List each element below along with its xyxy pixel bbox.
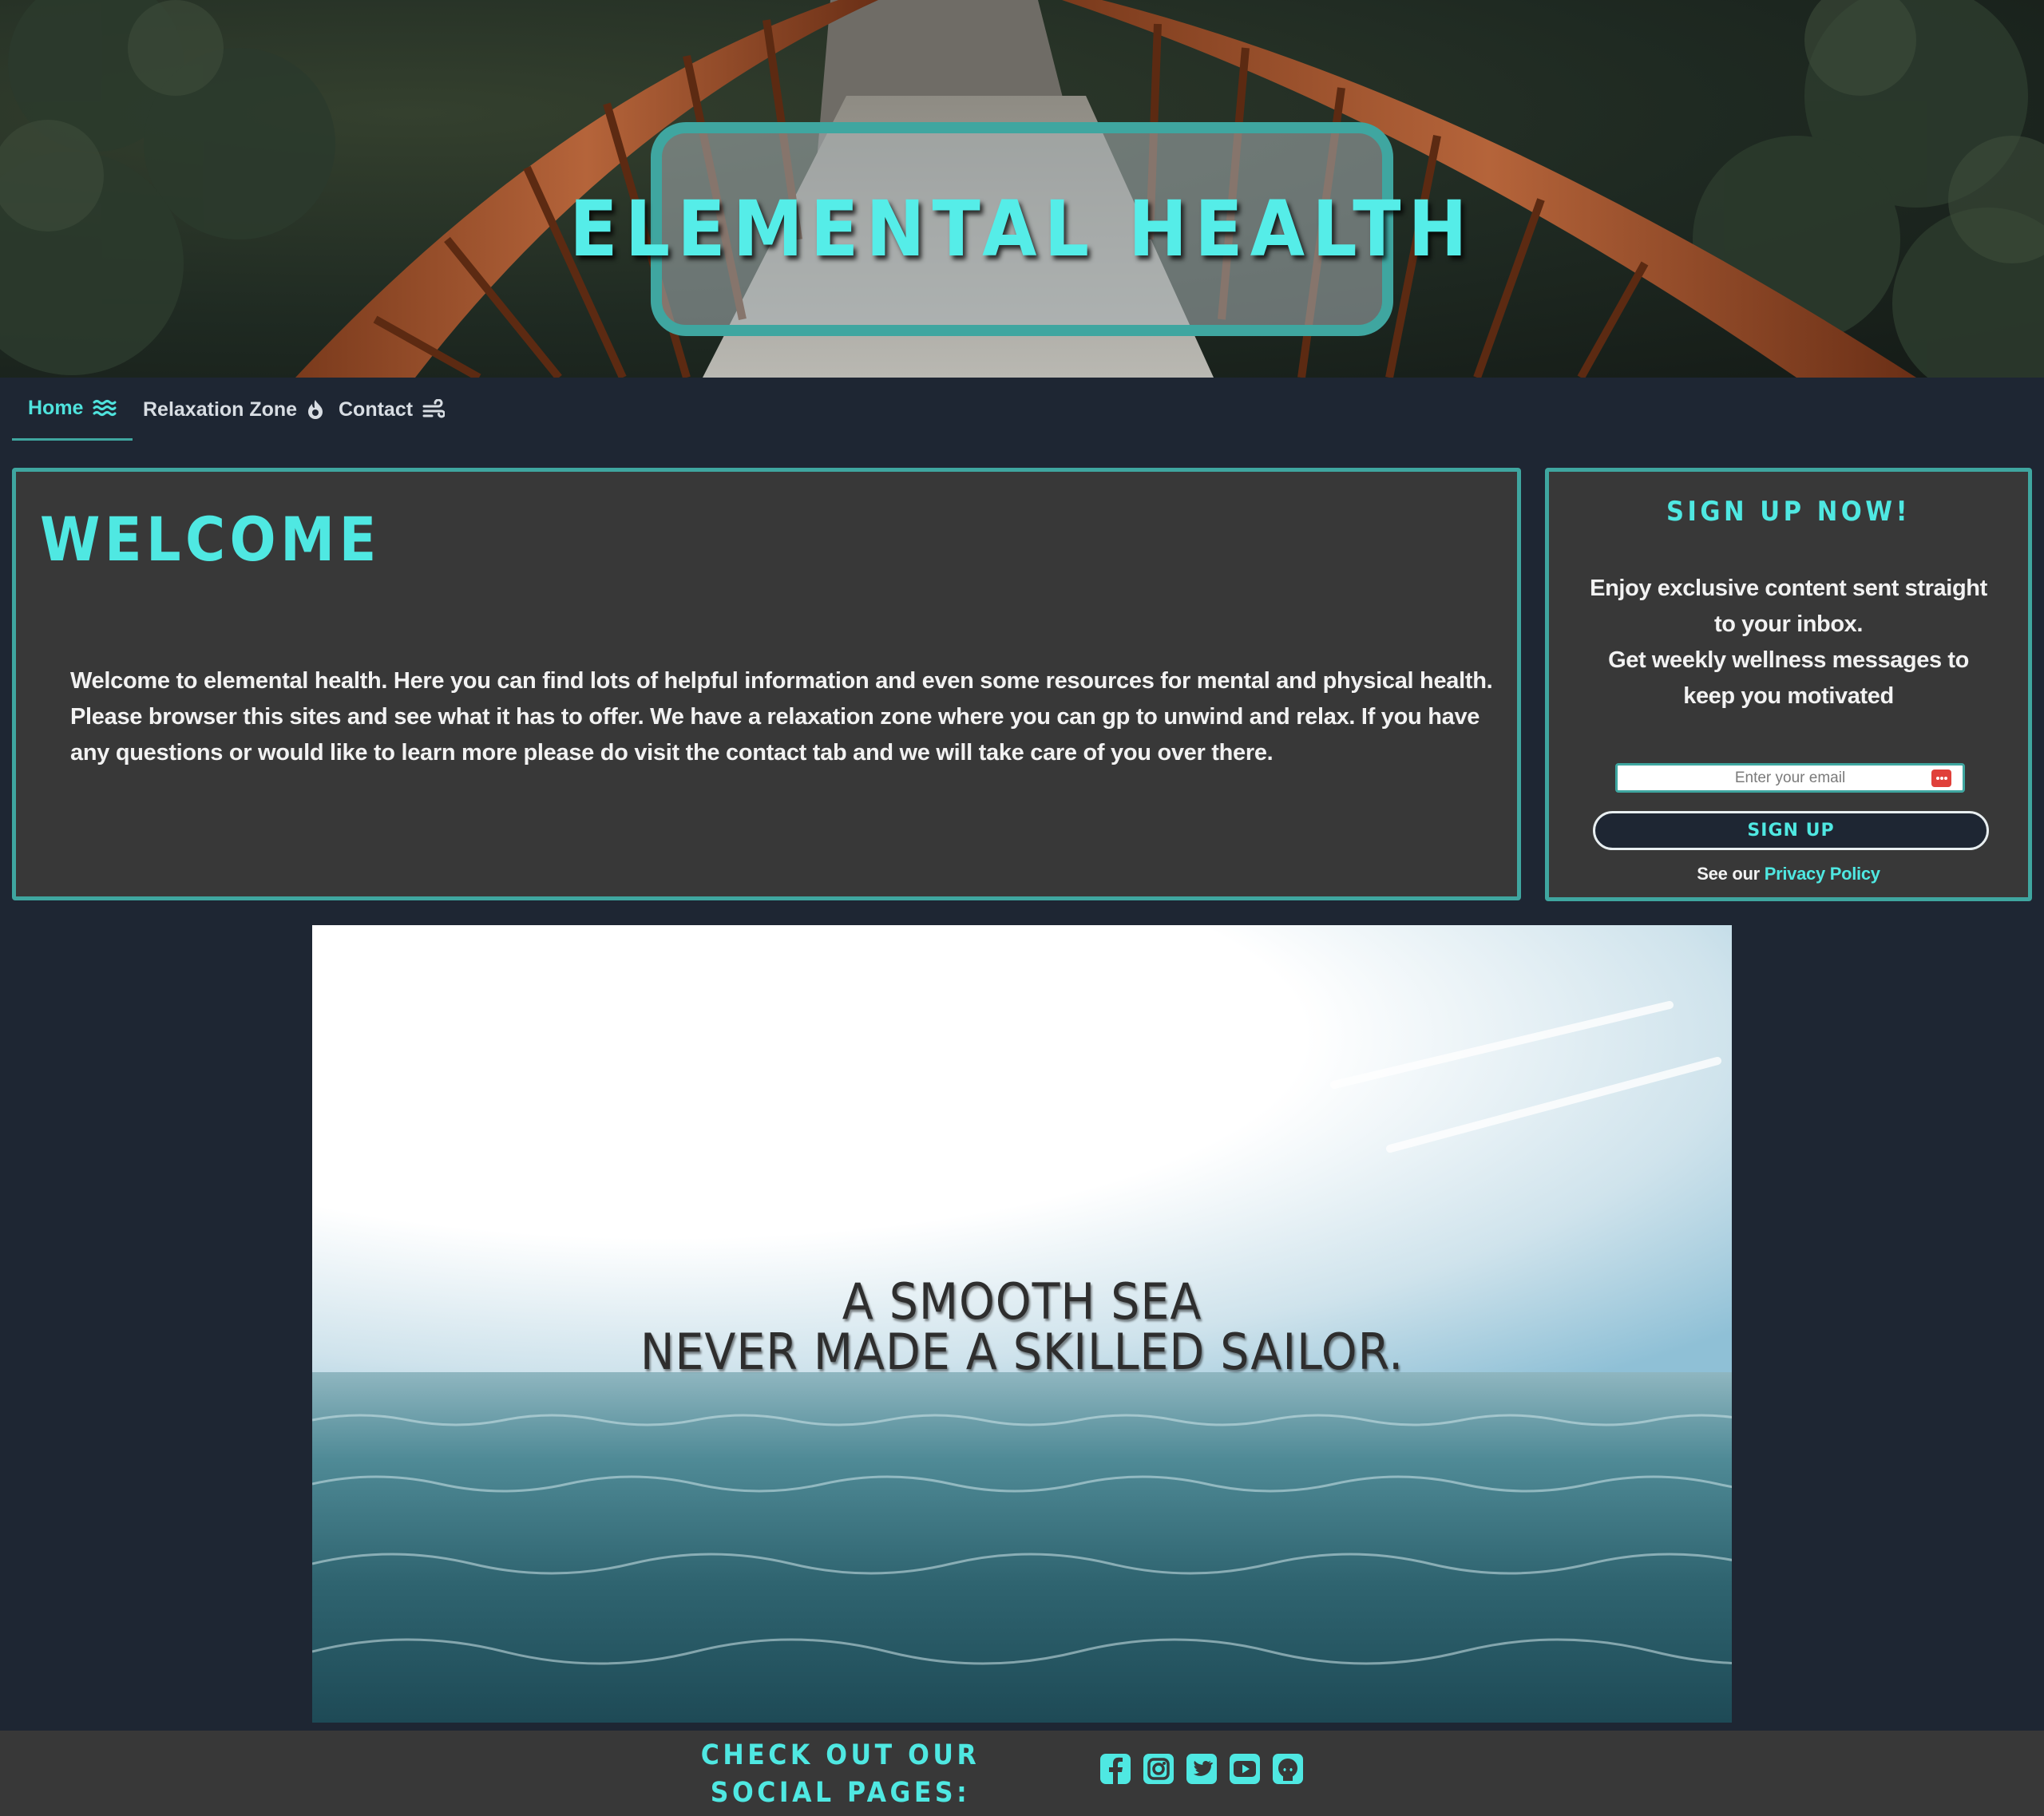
welcome-text: Welcome to elemental health. Here you ca… bbox=[70, 668, 1493, 766]
welcome-title: WELCOME bbox=[40, 504, 381, 575]
facebook-icon[interactable] bbox=[1099, 1752, 1132, 1786]
water-icon bbox=[93, 400, 117, 416]
signup-card: SIGN UP NOW! Enjoy exclusive content sen… bbox=[1545, 468, 2032, 901]
nav-item-label: Contact bbox=[339, 398, 414, 421]
nav-item-home[interactable]: Home bbox=[12, 378, 133, 441]
social-heading-line2: SOCIAL PAGES: bbox=[710, 1777, 971, 1809]
nav-item-contact[interactable]: Contact bbox=[339, 378, 446, 441]
site-title: ELEMENTAL HEALTH bbox=[569, 184, 1475, 274]
main-nav: Home Relaxation Zone Contact bbox=[0, 378, 2044, 457]
twitter-icon[interactable] bbox=[1185, 1752, 1218, 1786]
privacy-policy-link[interactable]: Privacy Policy bbox=[1765, 864, 1880, 884]
instagram-icon[interactable] bbox=[1142, 1752, 1175, 1786]
signup-text-line1: Enjoy exclusive content sent straight to… bbox=[1590, 576, 1987, 637]
wind-icon bbox=[422, 399, 446, 418]
signup-description: Enjoy exclusive content sent straight to… bbox=[1581, 571, 1996, 714]
password-manager-icon[interactable] bbox=[1931, 770, 1951, 787]
github-icon[interactable] bbox=[1271, 1752, 1305, 1786]
sign-up-button[interactable]: SIGN UP bbox=[1593, 811, 1989, 850]
nav-item-relaxation-zone[interactable]: Relaxation Zone bbox=[143, 378, 324, 441]
email-field[interactable] bbox=[1618, 766, 1963, 790]
quote-line-2: NEVER MADE A SKILLED SAILOR. bbox=[640, 1323, 1404, 1381]
youtube-icon[interactable] bbox=[1228, 1752, 1262, 1786]
privacy-note: See our Privacy Policy bbox=[1549, 864, 2028, 884]
page: ELEMENTAL HEALTH Home Relaxation Zone Co… bbox=[0, 0, 2044, 1816]
welcome-card: WELCOME Welcome to elemental health. Her… bbox=[12, 468, 1521, 900]
nav-item-label: Relaxation Zone bbox=[143, 398, 298, 421]
email-field-wrapper bbox=[1615, 763, 1965, 793]
nav-item-label: Home bbox=[28, 396, 84, 419]
title-box: ELEMENTAL HEALTH bbox=[569, 122, 1468, 336]
privacy-prefix: See our bbox=[1697, 864, 1760, 884]
social-heading: CHECK OUT OUR SOCIAL PAGES: bbox=[691, 1737, 990, 1812]
signup-text-line2: Get weekly wellness messages to keep you… bbox=[1608, 647, 1969, 709]
fire-icon bbox=[308, 400, 323, 419]
hero-banner: ELEMENTAL HEALTH bbox=[0, 0, 2044, 378]
social-links bbox=[1099, 1752, 1305, 1786]
signup-title: SIGN UP NOW! bbox=[1666, 496, 1911, 528]
social-heading-line1: CHECK OUT OUR bbox=[700, 1739, 980, 1771]
footer: CHECK OUT OUR SOCIAL PAGES: bbox=[0, 1731, 2044, 1816]
